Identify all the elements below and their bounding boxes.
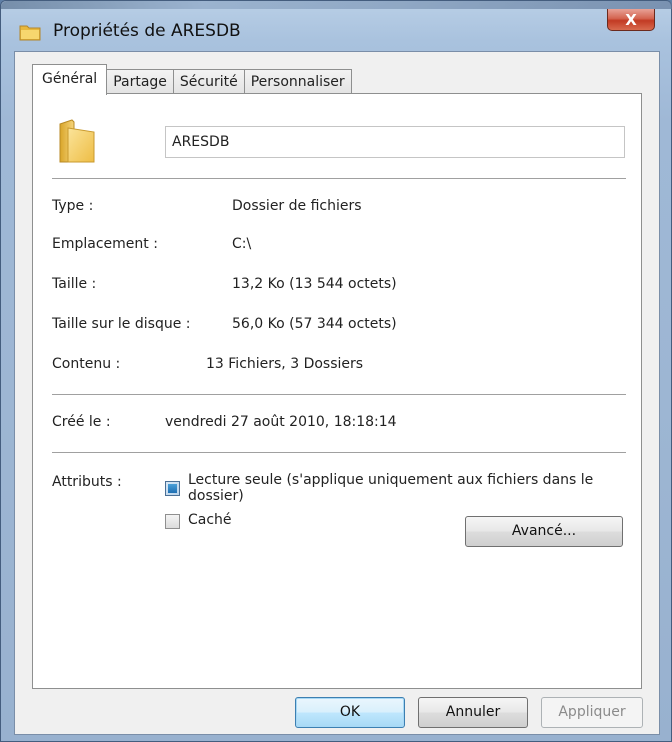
- contents-value: 13 Fichiers, 3 Dossiers: [206, 356, 364, 372]
- size-on-disk-label: Taille sur le disque :: [52, 316, 191, 332]
- divider: [52, 394, 626, 395]
- size-value: 13,2 Ko (13 544 octets): [232, 276, 397, 292]
- size-on-disk-value: 56,0 Ko (57 344 octets): [232, 316, 397, 332]
- ok-button[interactable]: OK: [295, 697, 405, 728]
- hidden-label[interactable]: Caché: [188, 512, 232, 528]
- tab-security[interactable]: Sécurité: [172, 69, 245, 94]
- attributes-label: Attributs :: [52, 474, 122, 490]
- folder-name-input[interactable]: ARESDB: [165, 126, 625, 158]
- folder-icon: [59, 119, 95, 163]
- dialog-window: Propriétés de ARESDB X Général Partage S…: [0, 0, 672, 742]
- location-label: Emplacement :: [52, 236, 158, 252]
- divider: [52, 178, 626, 179]
- type-label: Type :: [52, 198, 94, 214]
- window-title: Propriétés de ARESDB: [53, 21, 241, 41]
- tab-strip: Général Partage Sécurité Personnaliser: [32, 64, 352, 95]
- general-tab-panel: ARESDB Type : Dossier de fichiers Emplac…: [32, 93, 642, 689]
- apply-button: Appliquer: [541, 697, 643, 728]
- tab-sharing[interactable]: Partage: [106, 69, 174, 94]
- contents-label: Contenu :: [52, 356, 121, 372]
- created-value: vendredi 27 août 2010, 18:18:14: [165, 414, 397, 430]
- type-value: Dossier de fichiers: [232, 198, 362, 214]
- readonly-label[interactable]: Lecture seule (s'applique uniquement aux…: [188, 472, 593, 504]
- location-value: C:\: [232, 236, 252, 252]
- readonly-checkbox[interactable]: [165, 481, 180, 496]
- folder-icon: [19, 25, 41, 41]
- tab-general[interactable]: Général: [32, 64, 108, 95]
- cancel-button[interactable]: Annuler: [418, 697, 528, 728]
- created-label: Créé le :: [52, 414, 111, 430]
- divider: [52, 452, 626, 453]
- hidden-checkbox[interactable]: [165, 514, 180, 529]
- readonly-label-line1: Lecture seule (s'applique uniquement aux…: [188, 472, 594, 488]
- readonly-label-line2: dossier): [188, 488, 244, 504]
- title-bar[interactable]: Propriétés de ARESDB X: [1, 9, 672, 49]
- tab-customize[interactable]: Personnaliser: [243, 69, 352, 94]
- dialog-client-area: Général Partage Sécurité Personnaliser A…: [14, 51, 660, 735]
- size-label: Taille :: [52, 276, 97, 292]
- advanced-button[interactable]: Avancé...: [465, 516, 623, 547]
- close-button[interactable]: X: [607, 9, 655, 31]
